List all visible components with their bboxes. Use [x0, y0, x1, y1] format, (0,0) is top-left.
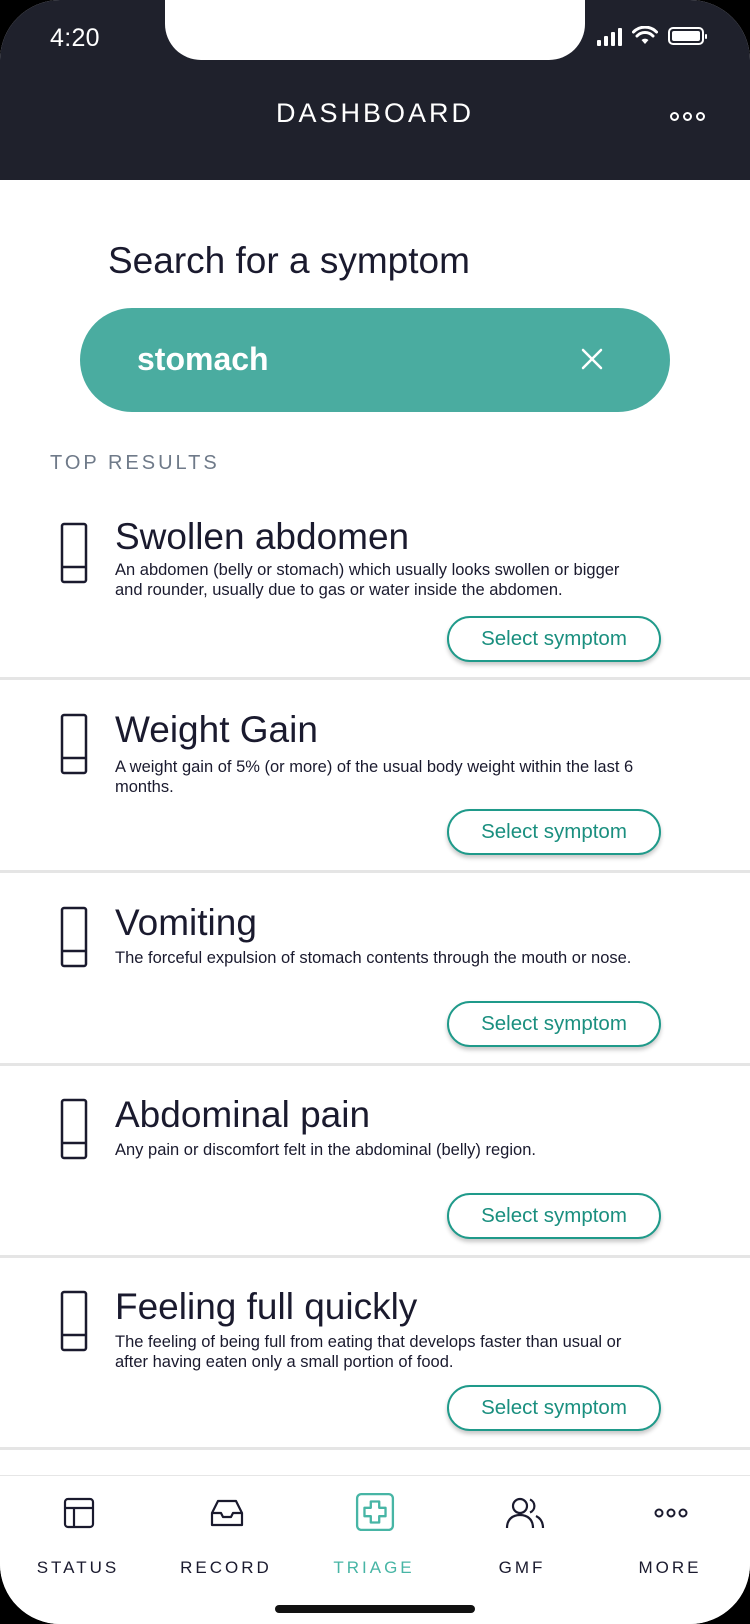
nav-label: STATUS [36, 1558, 120, 1577]
wifi-icon [632, 26, 658, 44]
select-symptom-button[interactable]: Select symptom [447, 1001, 661, 1047]
select-symptom-button[interactable]: Select symptom [447, 809, 661, 855]
body-region-icon [60, 522, 88, 584]
app-header: 4:20 DASHBOARD [0, 0, 750, 180]
status-icons [597, 24, 707, 48]
more-dots-icon [654, 1508, 688, 1518]
result-item: Swollen abdomen An abdomen (belly or sto… [0, 490, 750, 680]
cellular-signal-icon [597, 26, 622, 46]
top-results-label: TOP RESULTS [50, 452, 220, 474]
nav-label: GMF [498, 1558, 546, 1577]
result-item: Weight Gain A weight gain of 5% (or more… [0, 683, 750, 873]
result-title: Weight Gain [115, 709, 318, 750]
select-symptom-button[interactable]: Select symptom [447, 616, 661, 662]
more-dots-icon[interactable] [670, 112, 705, 121]
page-title: DASHBOARD [275, 98, 475, 128]
result-title: Feeling full quickly [115, 1286, 418, 1327]
result-description: Any pain or discomfort felt in the abdom… [115, 1141, 536, 1159]
select-symptom-button[interactable]: Select symptom [447, 1385, 661, 1431]
body-region-icon [60, 1290, 88, 1352]
nav-label: MORE [638, 1558, 702, 1577]
body-region-icon [60, 1098, 88, 1160]
device-notch [165, 0, 585, 60]
nav-label: RECORD [180, 1558, 272, 1577]
result-description: The feeling of being full from eating th… [115, 1333, 622, 1371]
result-description: The forceful expulsion of stomach conten… [115, 949, 632, 967]
result-title: Swollen abdomen [115, 516, 410, 557]
nav-item-more[interactable]: MORE [595, 1476, 745, 1586]
result-item: Abdominal pain Any pain or discomfort fe… [0, 1068, 750, 1258]
home-indicator[interactable] [275, 1605, 475, 1613]
medical-cross-icon [355, 1492, 395, 1532]
battery-icon [668, 27, 707, 45]
search-heading: Search for a symptom [108, 240, 470, 281]
search-input[interactable] [137, 341, 557, 378]
nav-item-triage[interactable]: TRIAGE [299, 1476, 449, 1586]
result-item: Vomiting The forceful expulsion of stoma… [0, 876, 750, 1066]
result-item: Feeling full quickly The feeling of bein… [0, 1260, 750, 1450]
nav-item-record[interactable]: RECORD [151, 1476, 301, 1586]
body-region-icon [60, 713, 88, 775]
inbox-icon [210, 1499, 244, 1527]
nav-item-status[interactable]: STATUS [3, 1476, 153, 1586]
result-description: An abdomen (belly or stomach) which usua… [115, 561, 620, 599]
result-description: A weight gain of 5% (or more) of the usu… [115, 758, 634, 796]
status-time: 4:20 [50, 24, 100, 52]
bottom-nav: STATUS RECORD TRIAGE GMF MORE [0, 1475, 750, 1624]
nav-label: TRIAGE [333, 1558, 415, 1577]
body-region-icon [60, 906, 88, 968]
nav-item-gmf[interactable]: GMF [447, 1476, 597, 1586]
result-title: Abdominal pain [115, 1094, 371, 1135]
close-icon[interactable] [577, 344, 607, 374]
search-bar[interactable] [80, 308, 670, 412]
layout-icon [63, 1497, 95, 1529]
users-icon [505, 1497, 545, 1529]
result-title: Vomiting [115, 902, 257, 943]
phone-screen: 4:20 DASHBOARD Search for a symptom TOP … [0, 0, 750, 1624]
select-symptom-button[interactable]: Select symptom [447, 1193, 661, 1239]
